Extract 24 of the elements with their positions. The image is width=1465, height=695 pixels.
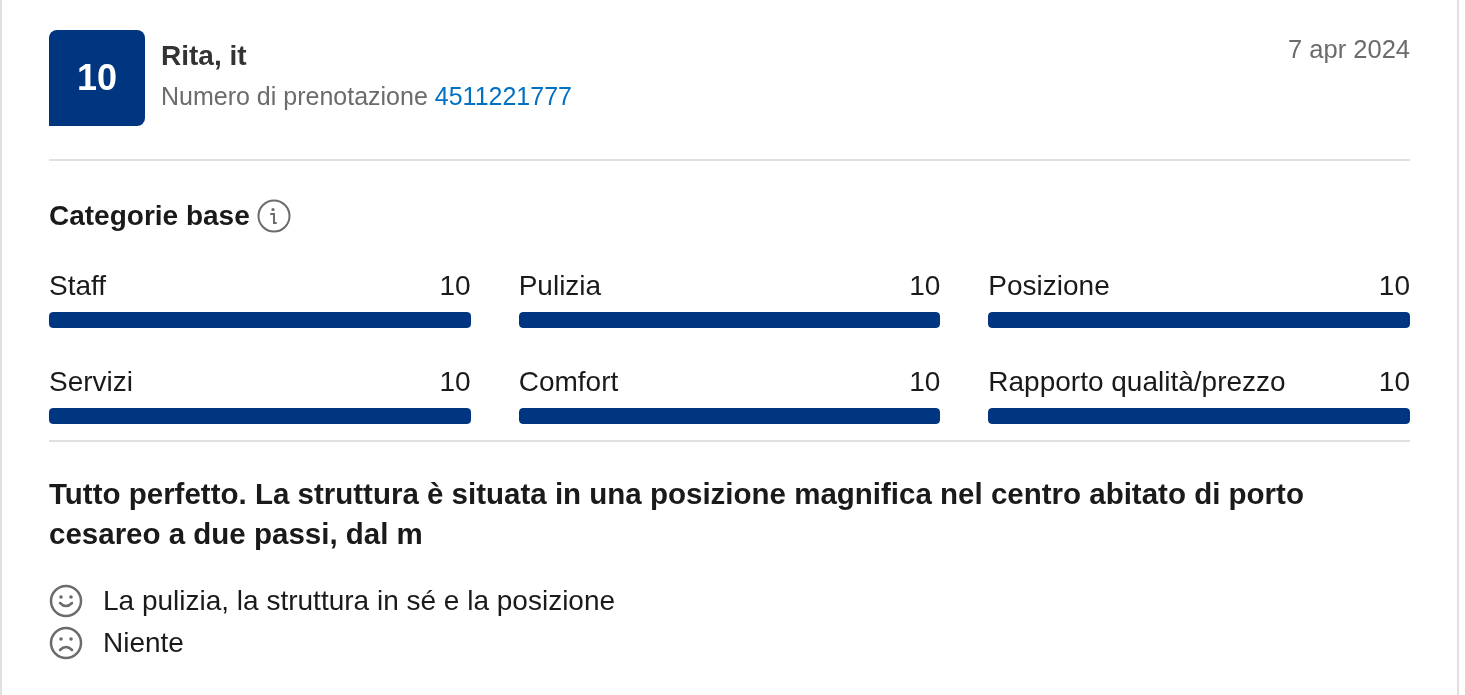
category-score: 10 [439,366,471,398]
category-name: Comfort [518,366,619,398]
category-score: 10 [909,366,941,398]
category-name: Rapporto qualità/prezzo [988,366,1286,398]
section-title: Categorie base [49,200,250,232]
negative-note: Niente [103,627,184,659]
smiling-face-icon [49,584,83,618]
category-name: Posizione [988,270,1110,302]
booking-number-label: Numero di prenotazione [161,82,428,110]
category-score: 10 [909,270,941,302]
frowning-face-icon [49,626,83,660]
info-icon[interactable] [256,199,291,233]
category-name: Staff [49,270,107,302]
booking-number-link[interactable]: 4511221777 [434,82,572,110]
review-comment: Tutto perfetto. La struttura è situata in una posizione magnifica nel centro abitato di porto cesareo a due passi, dal m [49,476,1305,552]
review-score-badge: 10 [49,30,145,126]
category-name: Pulizia [518,270,602,302]
category-score: 10 [1378,366,1410,398]
category-name: Servizi [49,366,133,398]
category-score: 10 [439,270,471,302]
review-date: 7 apr 2024 [1288,34,1410,64]
positive-note: La pulizia, la struttura in sé e la posizione [103,585,616,617]
category-score: 10 [1378,270,1410,302]
reviewer-name: Rita, it [161,40,248,72]
